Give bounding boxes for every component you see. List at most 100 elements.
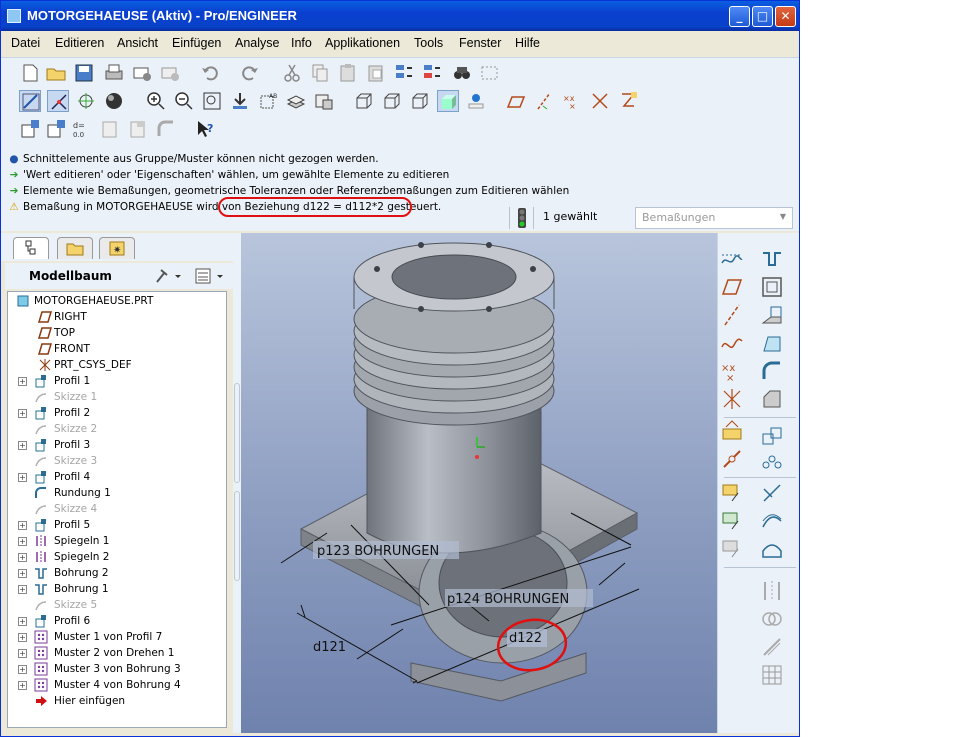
tree-settings-icon[interactable] [153, 267, 183, 285]
expand-icon[interactable]: + [18, 569, 27, 578]
saved-views-icon[interactable]: AB [257, 90, 279, 112]
datum-plane-tool-icon[interactable] [720, 275, 744, 299]
sketch-tool-icon[interactable] [720, 247, 744, 271]
zoom-in-icon[interactable] [145, 90, 167, 112]
copy-feature-tool-icon[interactable] [760, 425, 784, 449]
surface-tool-icon[interactable] [760, 537, 784, 561]
copy-icon[interactable] [309, 62, 331, 84]
save-icon[interactable] [73, 62, 95, 84]
tree-columns-icon[interactable] [193, 267, 227, 285]
paste-icon[interactable] [337, 62, 359, 84]
regenerate-icon[interactable] [393, 62, 415, 84]
layers-icon[interactable] [285, 90, 307, 112]
pattern-tool-icon[interactable] [760, 453, 784, 477]
selection-filter-dropdown[interactable]: Bemaßungen ▼ [635, 207, 793, 229]
expand-icon[interactable]: + [18, 377, 27, 386]
mirror-tool-icon[interactable] [760, 579, 784, 603]
relations-icon[interactable]: d= 0.0 [71, 118, 93, 140]
hole-tool-icon[interactable] [760, 247, 784, 271]
minimize-button[interactable]: _ [729, 6, 750, 27]
offset-tool-icon[interactable] [760, 635, 784, 659]
annotation-toggle-icon[interactable] [617, 90, 639, 112]
menu-applikationen[interactable]: Applikationen [325, 36, 400, 50]
datum-display-icon[interactable] [19, 90, 41, 112]
symbol-tool-icon[interactable] [720, 537, 744, 561]
expand-icon[interactable]: + [18, 665, 27, 674]
selection-box-icon[interactable] [479, 62, 501, 84]
orient-icon[interactable] [75, 90, 97, 112]
tab-favorites[interactable]: ✷ [99, 237, 135, 259]
dimension-label-p123[interactable]: p123 BOHRUNGEN [313, 541, 459, 559]
menu-info[interactable]: Info [291, 36, 312, 50]
expand-icon[interactable]: + [18, 409, 27, 418]
expand-icon[interactable]: + [18, 537, 27, 546]
rib-tool-icon[interactable] [760, 303, 784, 327]
draft-tool-icon[interactable] [760, 331, 784, 355]
cut-icon[interactable] [281, 62, 303, 84]
chamfer-tool-icon[interactable] [760, 387, 784, 411]
menu-analyse[interactable]: Analyse [235, 36, 279, 50]
close-button[interactable]: ✕ [775, 6, 796, 27]
csys-toggle-icon[interactable] [589, 90, 611, 112]
undo-icon[interactable] [199, 62, 221, 84]
expand-icon[interactable]: + [18, 681, 27, 690]
grid-tool-icon[interactable] [760, 663, 784, 687]
datum-points-toggle-icon[interactable]: ×x × [561, 90, 583, 112]
new-file-icon[interactable] [19, 62, 41, 84]
regen-manager-icon[interactable] [421, 62, 443, 84]
setup-units-icon[interactable] [19, 118, 41, 140]
no-hidden-icon[interactable] [409, 90, 431, 112]
repaint-icon[interactable] [229, 90, 251, 112]
graphics-window[interactable]: p123 BOHRUNGEN p124 BOHRUNGEN d121 d122 [241, 233, 717, 733]
shading-icon[interactable] [437, 90, 459, 112]
menu-editieren[interactable]: Editieren [55, 36, 104, 50]
refit-icon[interactable] [201, 90, 223, 112]
open-folder-icon[interactable] [45, 62, 67, 84]
menu-datei[interactable]: Datei [11, 36, 40, 50]
context-help-icon[interactable]: ? [195, 118, 217, 140]
expand-icon[interactable]: + [18, 633, 27, 642]
datum-axes-toggle-icon[interactable] [533, 90, 555, 112]
chain-tool-icon[interactable] [720, 447, 744, 471]
menu-tools[interactable]: Tools [414, 36, 443, 50]
note-tool-icon[interactable] [720, 509, 744, 533]
menu-hilfe[interactable]: Hilfe [515, 36, 540, 50]
tab-folder-browser[interactable] [57, 237, 93, 259]
expand-icon[interactable]: + [18, 521, 27, 530]
shell-tool-icon[interactable] [760, 275, 784, 299]
boundary-blend-tool-icon[interactable] [760, 509, 784, 533]
title-bar[interactable]: MOTORGEHAEUSE (Aktiv) - Pro/ENGINEER _ □… [1, 1, 799, 31]
expand-icon[interactable]: + [18, 441, 27, 450]
datum-axis-tool-icon[interactable] [720, 303, 744, 327]
zoom-out-icon[interactable] [173, 90, 195, 112]
engine-housing-model[interactable]: p123 BOHRUNGEN p124 BOHRUNGEN d121 d122 [241, 233, 717, 733]
menu-ansicht[interactable]: Ansicht [117, 36, 158, 50]
round-tool-icon[interactable] [760, 359, 784, 383]
program-icon[interactable] [99, 118, 121, 140]
datum-curve-tool-icon[interactable] [720, 331, 744, 355]
view-manager-icon[interactable] [313, 90, 335, 112]
maximize-button[interactable]: □ [752, 6, 773, 27]
pipe-icon[interactable] [155, 118, 177, 140]
panel-splitter[interactable] [233, 233, 241, 733]
dimension-label-p124[interactable]: p124 BOHRUNGEN [445, 589, 593, 607]
menu-einfuegen[interactable]: Einfügen [172, 36, 221, 50]
analysis-tool-icon[interactable] [720, 419, 744, 443]
tab-model-tree[interactable] [13, 237, 49, 259]
print-icon[interactable] [103, 62, 125, 84]
parameters-icon[interactable] [45, 118, 67, 140]
send-mail-icon[interactable] [131, 62, 153, 84]
shading-sphere-icon[interactable] [103, 90, 125, 112]
redo-icon[interactable] [239, 62, 261, 84]
datum-point-tool-icon[interactable]: ×x × [720, 359, 744, 384]
spin-center-icon[interactable] [47, 90, 69, 112]
csys-tool-icon[interactable] [720, 387, 744, 411]
annotation-tool-icon[interactable] [720, 481, 744, 505]
expand-icon[interactable]: + [18, 553, 27, 562]
send-link-icon[interactable] [159, 62, 181, 84]
merge-tool-icon[interactable] [760, 607, 784, 631]
paste-special-icon[interactable] [365, 62, 387, 84]
expand-icon[interactable]: + [18, 649, 27, 658]
model-tree-settings-icon[interactable] [465, 90, 487, 112]
family-table-icon[interactable] [127, 118, 149, 140]
